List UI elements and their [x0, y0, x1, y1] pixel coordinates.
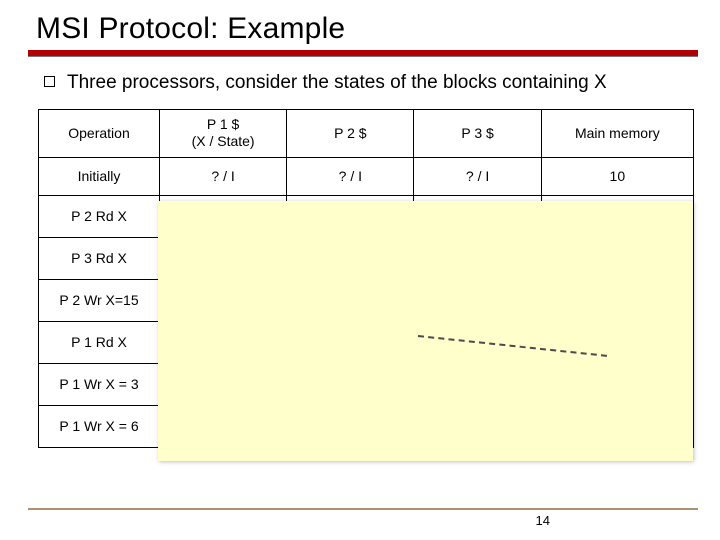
cell-p3: ? / I [414, 157, 541, 195]
cell-p2: ? / I [287, 157, 414, 195]
cell-mm: 10 [541, 157, 693, 195]
title-subrule [28, 56, 698, 57]
cell-op: P 2 Rd X [39, 195, 160, 237]
footer-rule [28, 508, 698, 510]
cell-op: P 2 Wr X=15 [39, 279, 160, 321]
header-p1-line2: (X / State) [192, 133, 255, 149]
header-mm: Main memory [541, 109, 693, 157]
slide: MSI Protocol: Example Three processors, … [0, 0, 720, 540]
cell-op: P 1 Wr X = 3 [39, 363, 160, 405]
header-p1-line1: P 1 $ [207, 116, 239, 132]
header-p1: P 1 $ (X / State) [159, 109, 286, 157]
bullet-item: Three processors, consider the states of… [44, 71, 692, 95]
bullet-text: Three processors, consider the states of… [67, 71, 607, 95]
page-number: 14 [536, 513, 550, 528]
cell-p1: ? / I [159, 157, 286, 195]
cell-op: P 3 Rd X [39, 237, 160, 279]
header-p2: P 2 $ [287, 109, 414, 157]
header-operation: Operation [39, 109, 160, 157]
hidden-cells-overlay [158, 201, 693, 461]
table-container: Operation P 1 $ (X / State) P 2 $ P 3 $ … [38, 109, 690, 448]
header-p3: P 3 $ [414, 109, 541, 157]
table-header-row: Operation P 1 $ (X / State) P 2 $ P 3 $ … [39, 109, 694, 157]
cell-op: Initially [39, 157, 160, 195]
page-title: MSI Protocol: Example [36, 12, 692, 46]
square-bullet-icon [44, 76, 55, 87]
table-row: Initially ? / I ? / I ? / I 10 [39, 157, 694, 195]
cell-op: P 1 Wr X = 6 [39, 405, 160, 447]
cell-op: P 1 Rd X [39, 321, 160, 363]
